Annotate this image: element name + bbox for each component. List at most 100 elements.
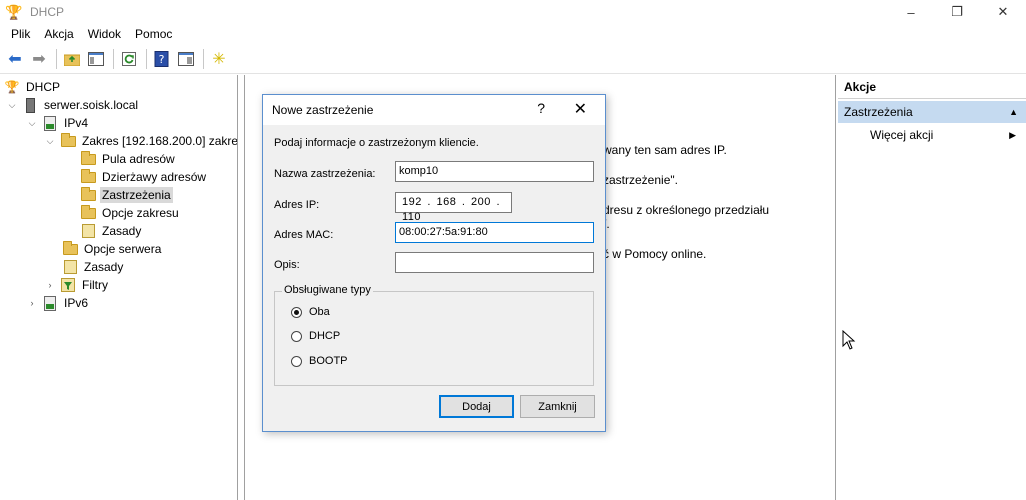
tree-label-reservations: Zastrzeżenia (100, 187, 173, 203)
dhcp-app-icon: 🏆 (5, 3, 23, 20)
tree-label-filters: Filtry (82, 278, 108, 292)
dialog-help-button[interactable]: ? (537, 100, 545, 116)
expanded-chevron-icon[interactable]: ⌵ (6, 100, 18, 111)
actions-section-label: Zastrzeżenia (844, 105, 913, 119)
tree-item-reservations[interactable]: Zastrzeżenia (80, 186, 173, 204)
ipv6-icon (42, 295, 58, 311)
tree-item-server-options[interactable]: Opcje serwera (62, 240, 163, 258)
collapsed-chevron-icon[interactable]: › (44, 280, 56, 290)
tree-item-address-pool[interactable]: Pula adresów (80, 150, 177, 168)
radio-dhcp[interactable]: DHCP (291, 330, 340, 342)
menu-bar: Plik Akcja Widok Pomoc (0, 24, 1026, 44)
radio-bootp-icon[interactable] (291, 355, 302, 367)
new-star-icon[interactable]: ✳ (208, 48, 230, 70)
window-title: DHCP (30, 5, 65, 19)
dialog-intro-text: Podaj informacje o zastrzeżonym kliencie… (274, 137, 479, 149)
folder-icon (80, 204, 96, 221)
toolbar-separator (113, 48, 114, 69)
close-dialog-button[interactable]: Zamknij (520, 395, 595, 418)
new-reservation-dialog: Nowe zastrzeżenie ? ✕ Podaj informacje o… (262, 94, 606, 432)
folder-icon (80, 150, 96, 167)
close-window-button[interactable]: ✕ (980, 0, 1026, 24)
expanded-chevron-icon[interactable]: ⌵ (26, 118, 38, 129)
document-icon (62, 259, 78, 275)
svg-text:?: ? (159, 53, 165, 66)
mac-address-input[interactable]: 08:00:27:5a:91:80 (395, 222, 594, 243)
collapse-triangle-icon[interactable]: ▲ (1009, 101, 1018, 123)
up-folder-icon[interactable] (61, 48, 83, 70)
dialog-close-button[interactable]: ✕ (574, 99, 587, 119)
folder-icon (62, 240, 78, 257)
actions-header: Akcje (838, 75, 1026, 99)
menu-plik[interactable]: Plik (4, 24, 37, 44)
folder-clock-icon (80, 168, 96, 185)
menu-pomoc[interactable]: Pomoc (128, 24, 179, 44)
tree-label-scope-options: Opcje zakresu (102, 206, 179, 220)
actions-pane: Akcje Zastrzeżenia ▲ Więcej akcji ▶ (838, 75, 1026, 500)
properties-icon[interactable] (175, 48, 197, 70)
window-controls: – ❐ ✕ (888, 0, 1026, 24)
tree-label-server-options: Opcje serwera (84, 242, 162, 256)
tree-item-leases[interactable]: Dzierżawy adresów (80, 168, 208, 186)
console-tree-icon[interactable] (85, 48, 107, 70)
tree-label-leases: Dzierżawy adresów (102, 170, 207, 184)
tree-item-policies[interactable]: Zasady (62, 258, 125, 276)
menu-akcja[interactable]: Akcja (37, 24, 80, 44)
add-button[interactable]: Dodaj (439, 395, 514, 418)
menu-widok[interactable]: Widok (81, 24, 128, 44)
supported-types-legend: Obsługiwane typy (282, 284, 373, 296)
toolbar-separator (56, 48, 57, 69)
maximize-button[interactable]: ❐ (934, 0, 980, 24)
tree-label-scope: Zakres [192.168.200.0] zakres (82, 134, 238, 148)
tree-item-ipv6[interactable]: › IPv6 (26, 294, 90, 312)
radio-bootp[interactable]: BOOTP (291, 355, 348, 367)
mac-address-label: Adres MAC: (274, 229, 334, 241)
dialog-title: Nowe zastrzeżenie (272, 103, 374, 117)
refresh-icon[interactable] (118, 48, 140, 70)
tree-label-server: serwer.soisk.local (44, 98, 139, 112)
dialog-body: Podaj informacje o zastrzeżonym kliencie… (263, 125, 605, 431)
ipv4-icon (42, 115, 58, 131)
tree-item-scope-policies[interactable]: Zasady (80, 222, 143, 240)
expanded-chevron-icon[interactable]: ⌵ (44, 136, 56, 147)
server-icon (22, 97, 38, 113)
filter-icon (60, 277, 76, 293)
description-input[interactable] (395, 252, 594, 273)
console-tree: 🏆 DHCP ⌵ serwer.soisk.local ⌵ IPv4 ⌵ Zak… (0, 75, 238, 500)
more-actions-item[interactable]: Więcej akcji ▶ (838, 123, 1026, 147)
more-actions-label: Więcej akcji (870, 128, 934, 142)
collapsed-chevron-icon[interactable]: › (26, 298, 38, 308)
back-arrow-icon[interactable]: ⬅ (4, 48, 26, 70)
folder-icon (80, 186, 96, 203)
tree-label-policies: Zasady (84, 260, 124, 274)
radio-both[interactable]: Oba (291, 306, 330, 318)
details-text-line: wany ten sam adres IP. (603, 143, 727, 157)
document-icon (80, 223, 96, 239)
radio-both-label: Oba (309, 306, 330, 318)
minimize-button[interactable]: – (888, 0, 934, 24)
window-titlebar: 🏆 DHCP – ❐ ✕ (0, 0, 1026, 24)
tree-item-ipv4[interactable]: ⌵ IPv4 (26, 114, 90, 132)
toolbar-separator (146, 48, 147, 69)
tree-label-scope-policies: Zasady (102, 224, 142, 238)
mouse-cursor-icon (842, 330, 856, 350)
tree-item-filters[interactable]: › Filtry (44, 276, 110, 294)
actions-section-reservations[interactable]: Zastrzeżenia ▲ (838, 101, 1026, 123)
tree-item-scope[interactable]: ⌵ Zakres [192.168.200.0] zakres (44, 132, 238, 150)
tree-item-scope-options[interactable]: Opcje zakresu (80, 204, 181, 222)
radio-dhcp-icon[interactable] (291, 330, 302, 342)
help-icon[interactable]: ? (151, 48, 173, 70)
details-text-line: ć w Pomocy online. (603, 247, 707, 261)
reservation-name-label: Nazwa zastrzeżenia: (274, 168, 376, 180)
forward-arrow-icon[interactable]: ➡ (28, 48, 50, 70)
dhcp-trophy-icon: 🏆 (4, 80, 20, 94)
submenu-arrow-icon: ▶ (1009, 130, 1016, 140)
radio-both-checked-icon[interactable] (291, 306, 302, 318)
folder-icon (60, 132, 76, 149)
radio-bootp-label: BOOTP (309, 355, 348, 367)
tree-item-server[interactable]: ⌵ serwer.soisk.local (6, 96, 140, 114)
tree-item-dhcp[interactable]: 🏆 DHCP (4, 78, 62, 96)
details-text-line: zastrzeżenie". (603, 173, 678, 187)
ip-address-input[interactable]: 192 . 168 . 200 . 110 (395, 192, 512, 223)
reservation-name-input[interactable]: komp10 (395, 161, 594, 182)
